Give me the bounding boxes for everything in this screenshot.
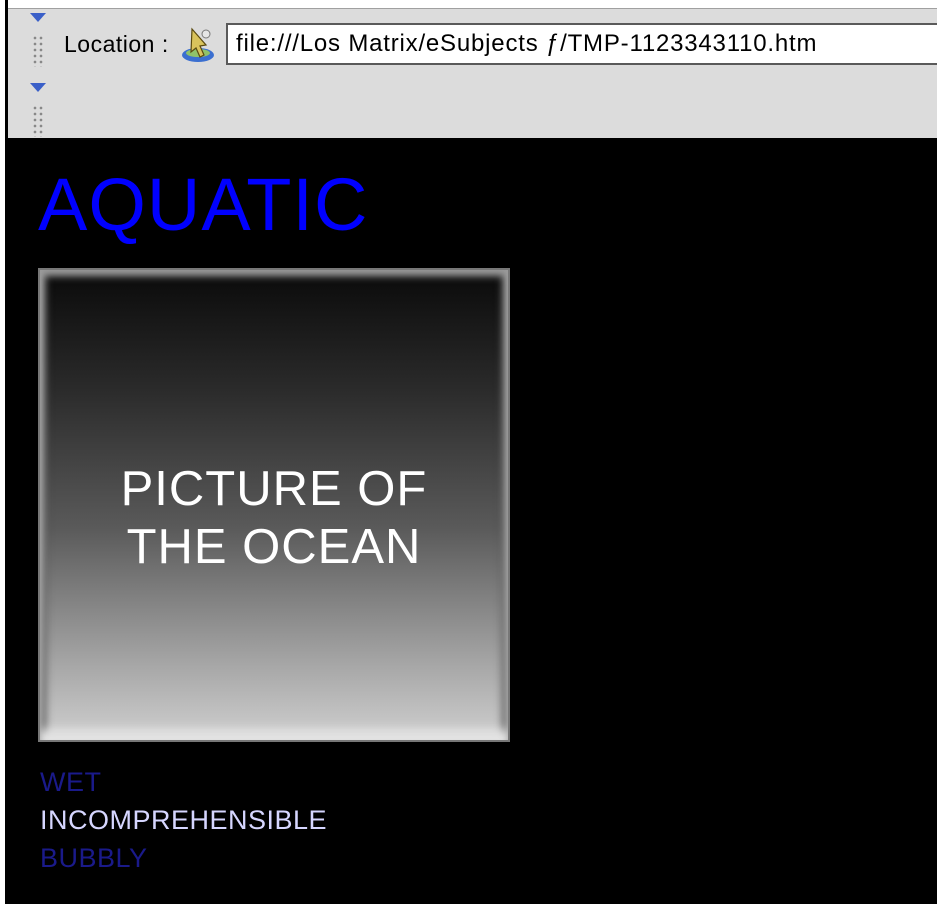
picture-caption: PICTURE OF THE OCEAN	[120, 462, 428, 574]
page-content: AQUATIC PICTURE OF THE OCEAN WET INCOMPR…	[8, 138, 937, 904]
word-list: WET INCOMPREHENSIBLE BUBBLY	[40, 763, 327, 877]
collapse-triangle-icon[interactable]	[30, 13, 46, 22]
word-bubbly: BUBBLY	[40, 843, 148, 873]
location-toolbar: Location : file:///Los Matrix/eSubjects …	[8, 9, 937, 80]
collapse-triangle-icon-2[interactable]	[30, 83, 46, 92]
location-label: Location :	[64, 31, 169, 57]
secondary-toolbar	[8, 79, 937, 139]
page-title: AQUATIC	[38, 163, 369, 246]
toolbar-area: Location : file:///Los Matrix/eSubjects …	[8, 8, 937, 139]
toolbar-grip-2[interactable]	[16, 79, 52, 139]
word-wet: WET	[40, 767, 102, 797]
ocean-picture-placeholder: PICTURE OF THE OCEAN	[38, 268, 510, 742]
grip-dots-icon	[32, 35, 44, 67]
window-left-frame	[0, 0, 8, 904]
location-url-field[interactable]: file:///Los Matrix/eSubjects ƒ/TMP-11233…	[226, 23, 937, 65]
word-incomprehensible: INCOMPREHENSIBLE	[40, 805, 328, 835]
globe-pointer-icon[interactable]	[176, 25, 218, 65]
grip-dots-icon-2	[32, 105, 44, 137]
window-top-edge	[8, 0, 937, 8]
toolbar-grip[interactable]	[16, 9, 52, 79]
browser-window: Location : file:///Los Matrix/eSubjects …	[0, 0, 937, 904]
